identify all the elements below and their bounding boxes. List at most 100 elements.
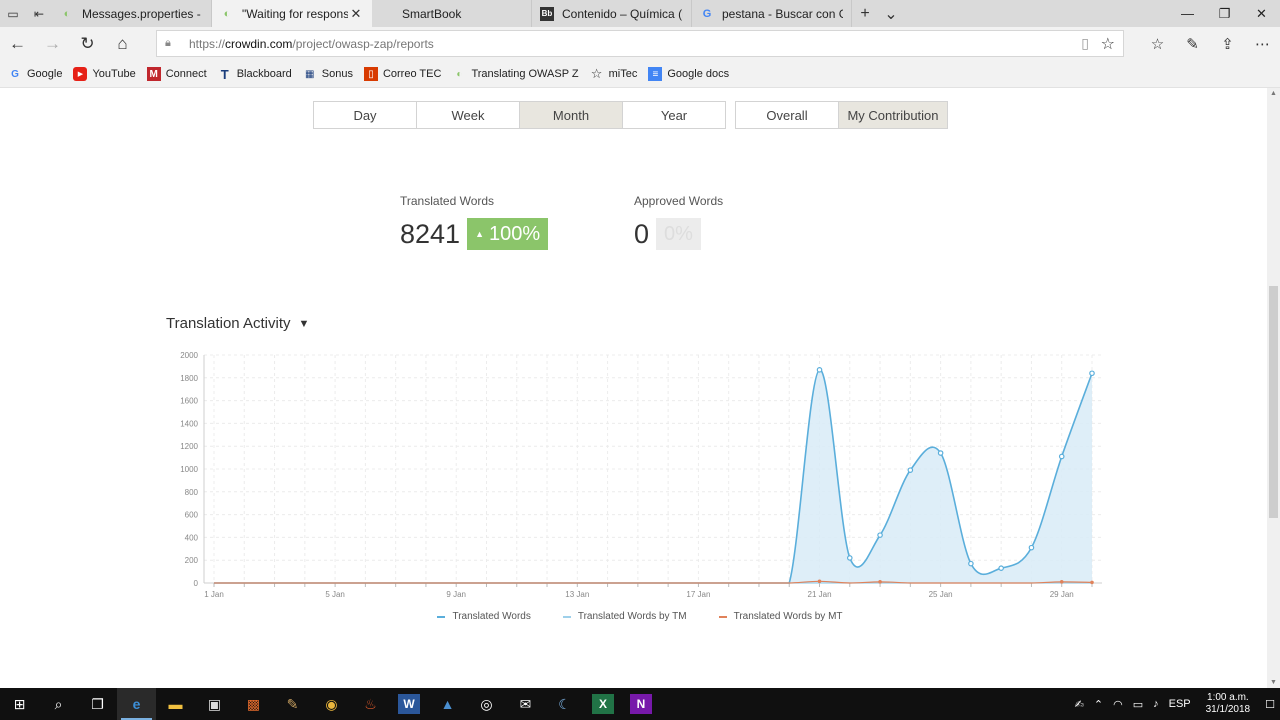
search-icon[interactable]: ⌕ [39, 688, 78, 720]
wifi-icon[interactable]: ◠ [1108, 698, 1128, 711]
legend-item[interactable]: Translated Words by MT [718, 611, 843, 622]
x-tick-label: 1 Jan [204, 590, 224, 599]
app-cloud-icon[interactable]: ☾ [545, 688, 584, 720]
app-circle-icon[interactable]: ◎ [467, 688, 506, 720]
refresh-icon[interactable]: ↻ [70, 27, 105, 61]
browser-tab-4[interactable]: Bb Contenido – Química (Ene 1 [532, 0, 692, 27]
up-arrow-icon: ▲ [475, 229, 484, 239]
close-window-icon[interactable]: ✕ [1243, 0, 1280, 27]
favorite-translating-owasp[interactable]: ◐ Translating OWASP Z [452, 67, 578, 81]
battery-icon[interactable]: ▭ [1128, 698, 1148, 711]
x-tick-label: 21 Jan [808, 590, 832, 599]
tab-preview-chevron-icon[interactable]: ⌄ [878, 0, 904, 27]
blank-favicon-icon [380, 7, 394, 21]
app-blue-icon[interactable]: ▲ [428, 688, 467, 720]
sonus-icon: ▦ [305, 68, 315, 80]
new-tab-icon[interactable]: + [852, 0, 878, 27]
more-options-icon[interactable]: ⋯ [1245, 27, 1280, 61]
windows-taskbar: ⊞ ⌕ ❐ e ▬ ▣ ▩ ✎ ◉ ♨ W ▲ ◎ ✉ ☾ X N ✍ ⌃ ◠ … [0, 688, 1280, 720]
url-host: crowdin.com [225, 36, 293, 51]
web-note-icon[interactable]: ✎ [1175, 27, 1210, 61]
close-tab-icon[interactable]: ✕ [348, 6, 364, 22]
favorite-connect[interactable]: M Connect [146, 67, 207, 81]
y-tick-label: 1400 [180, 419, 198, 428]
scope-my-contribution-button[interactable]: My Contribution [838, 101, 948, 129]
favorite-google[interactable]: G Google [8, 67, 62, 81]
legend-swatch [437, 615, 446, 618]
scope-selector: Overall My Contribution [735, 101, 948, 129]
clock[interactable]: 1:00 a.m. 31/1/2018 [1196, 692, 1261, 716]
scope-overall-button[interactable]: Overall [735, 101, 839, 129]
browser-tab-1[interactable]: ◐ Messages.properties - OWA [52, 0, 212, 27]
data-point [998, 565, 1004, 571]
app-red-icon[interactable]: ♨ [351, 688, 390, 720]
favorite-correo-tec[interactable]: ▯ Correo TEC [363, 67, 441, 81]
period-week-button[interactable]: Week [416, 101, 520, 129]
store-icon[interactable]: ▣ [195, 688, 234, 720]
task-view-icon[interactable]: ❐ [78, 688, 117, 720]
app-orange-icon[interactable]: ▩ [234, 688, 273, 720]
browser-tab-title: Contenido – Química (Ene 1 [562, 6, 683, 21]
app-tools-icon[interactable]: ✎ [273, 688, 312, 720]
translation-activity-chart: 0 200 400 600 800 1000 1200 1400 1600 1800 2000 1 J… [180, 351, 1102, 599]
legend-item[interactable]: Translated Words [437, 611, 531, 622]
translation-activity-dropdown[interactable]: Translation Activity ▼ [166, 315, 309, 332]
home-icon[interactable]: ⌂ [105, 27, 140, 61]
favorite-star-icon[interactable]: ☆ [1101, 34, 1115, 54]
favorite-blackboard[interactable]: T Blackboard [218, 66, 292, 82]
period-day-button[interactable]: Day [313, 101, 417, 129]
show-hidden-icons[interactable]: ⌃ [1089, 698, 1108, 711]
favorite-youtube[interactable]: ▶ YouTube [73, 67, 136, 81]
period-selector: Day Week Month Year [313, 101, 726, 129]
translation-activity-title: Translation Activity [166, 315, 291, 332]
data-point [1089, 370, 1095, 377]
volume-icon[interactable]: ♪ [1148, 698, 1164, 710]
set-aside-tabs-icon[interactable]: ⇤ [26, 0, 52, 27]
y-tick-label: 1600 [180, 397, 198, 406]
period-month-button[interactable]: Month [519, 101, 623, 129]
favorite-sonus[interactable]: ▦ Sonus [303, 67, 353, 81]
favorites-bar: G Google ▶ YouTube M Connect T Blackboard ▦ S… [0, 61, 1280, 88]
onenote-icon[interactable]: N [630, 694, 652, 714]
browser-tab-5[interactable]: G pestana - Buscar con Googl [692, 0, 852, 27]
file-explorer-icon[interactable]: ▬ [156, 688, 195, 720]
scroll-down-icon[interactable]: ▼ [1267, 679, 1280, 686]
x-tick-label: 5 Jan [325, 590, 345, 599]
address-bar[interactable]: 🔒︎ https://crowdin.com/project/owasp-zap… [156, 30, 1124, 57]
edge-browser-icon[interactable]: e [117, 688, 156, 720]
tab-overview-icon[interactable]: ▭ [0, 0, 26, 27]
scroll-up-icon[interactable]: ▲ [1267, 90, 1280, 97]
chrome-icon[interactable]: ◉ [312, 688, 351, 720]
browser-tab-2[interactable]: ◐ "Waiting for response fr ✕ [212, 0, 372, 27]
minimize-icon[interactable]: — [1169, 0, 1206, 27]
restore-icon[interactable]: ❐ [1206, 0, 1243, 27]
series-area [214, 369, 1092, 583]
pen-icon[interactable]: ✍ [1070, 698, 1089, 711]
browser-tab-3[interactable]: SmartBook [372, 0, 532, 27]
y-tick-label: 1800 [180, 374, 198, 383]
reading-view-icon[interactable]: ▯ [1081, 35, 1089, 52]
period-year-button[interactable]: Year [622, 101, 726, 129]
scrollbar-thumb[interactable] [1269, 286, 1278, 518]
action-center-icon[interactable]: ☐ [1260, 698, 1280, 711]
favorites-hub-icon[interactable]: ☆ [1140, 27, 1175, 61]
back-icon[interactable]: ← [0, 27, 35, 61]
favorite-mitec[interactable]: ☆ miTec [590, 66, 638, 81]
clock-time: 1:00 a.m. [1207, 692, 1249, 703]
blackboard-icon: T [220, 66, 229, 82]
excel-icon[interactable]: X [592, 694, 614, 714]
legend-item[interactable]: Translated Words by TM [562, 611, 687, 622]
page-scrollbar[interactable]: ▲ ▼ [1267, 88, 1280, 688]
y-tick-label: 2000 [180, 351, 198, 360]
mail-icon[interactable]: ✉ [506, 688, 545, 720]
forward-icon[interactable]: → [35, 27, 70, 61]
system-tray: ✍ ⌃ ◠ ▭ ♪ ESP 1:00 a.m. 31/1/2018 ☐ [1070, 688, 1280, 720]
data-point [846, 555, 853, 561]
data-point [817, 579, 822, 584]
word-icon[interactable]: W [398, 694, 420, 714]
url-path: /project/owasp-zap/reports [292, 36, 434, 51]
language-indicator[interactable]: ESP [1164, 698, 1196, 710]
start-windows-icon[interactable]: ⊞ [0, 688, 39, 720]
favorite-google-docs[interactable]: ≡ Google docs [648, 67, 729, 81]
share-icon[interactable]: ⇪ [1210, 27, 1245, 61]
